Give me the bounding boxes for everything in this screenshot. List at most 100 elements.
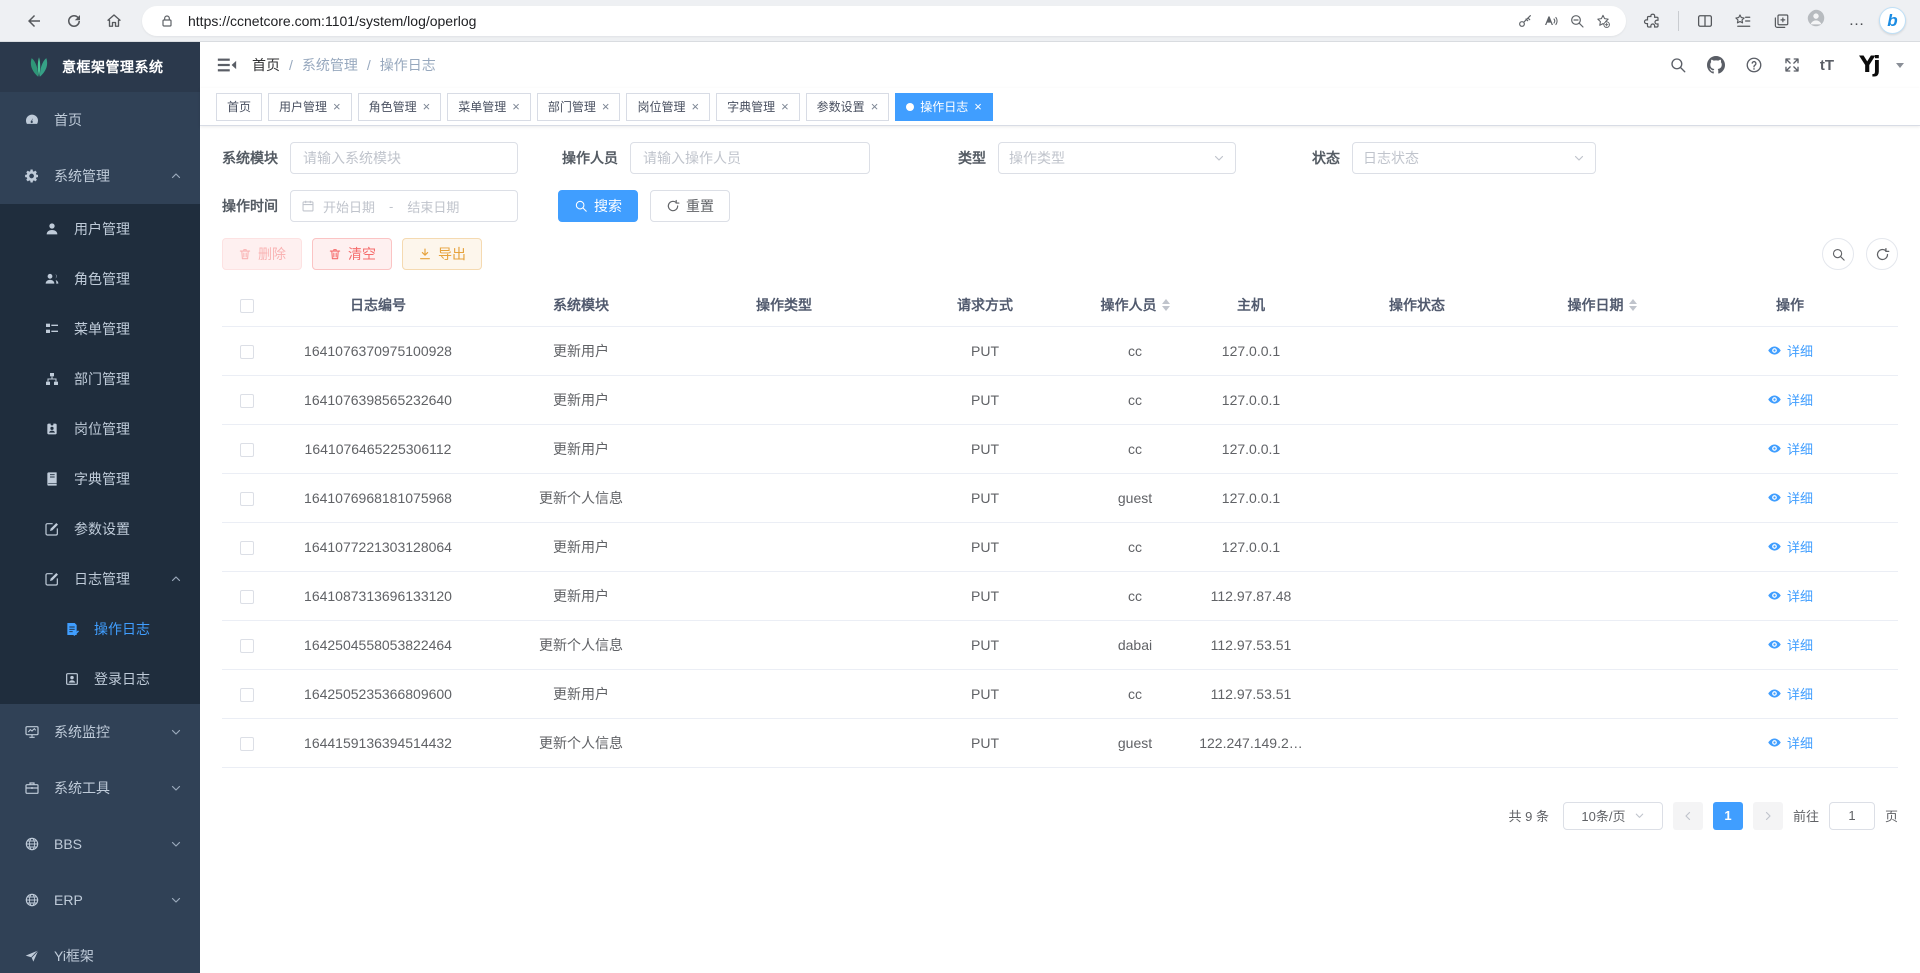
bing-copilot-icon[interactable]: b [1879, 7, 1906, 34]
sidebar-item-system-mgmt[interactable]: 系统管理 [0, 148, 200, 204]
clear-button[interactable]: 清空 [312, 238, 392, 270]
read-aloud-icon[interactable] [1538, 8, 1564, 34]
col-operator[interactable]: 操作人员 [1080, 284, 1190, 326]
lock-icon[interactable] [154, 8, 180, 34]
app-logo[interactable]: 意框架管理系统 [0, 42, 200, 92]
row-checkbox[interactable] [240, 590, 254, 604]
split-screen-icon[interactable] [1689, 5, 1721, 37]
show-search-button[interactable] [1822, 238, 1854, 270]
url-text[interactable]: https://ccnetcore.com:1101/system/log/op… [180, 13, 1512, 29]
avatar-caret-icon[interactable] [1896, 63, 1904, 68]
detail-link[interactable]: 详细 [1767, 439, 1813, 458]
detail-link[interactable]: 详细 [1767, 537, 1813, 556]
help-icon[interactable] [1744, 55, 1764, 75]
sidebar-item-bbs[interactable]: BBS [0, 816, 200, 872]
close-icon[interactable]: × [974, 100, 982, 113]
favorites-bar-icon[interactable] [1727, 5, 1759, 37]
user-avatar[interactable]: Yj [1852, 48, 1886, 82]
sidebar-item-post-mgmt[interactable]: 岗位管理 [0, 404, 200, 454]
detail-link[interactable]: 详细 [1767, 684, 1813, 703]
row-checkbox[interactable] [240, 443, 254, 457]
detail-link[interactable]: 详细 [1767, 341, 1813, 360]
sidebar-item-param-settings[interactable]: 参数设置 [0, 504, 200, 554]
tab-home[interactable]: 首页 [216, 93, 262, 121]
zoom-out-icon[interactable] [1564, 8, 1590, 34]
add-favorite-icon[interactable] [1590, 8, 1616, 34]
detail-link[interactable]: 详细 [1767, 390, 1813, 409]
collections-icon[interactable] [1765, 5, 1797, 37]
date-range-picker[interactable]: 开始日期 - 结束日期 [290, 190, 518, 222]
row-checkbox[interactable] [240, 492, 254, 506]
github-icon[interactable] [1706, 55, 1726, 75]
sidebar-item-home[interactable]: 首页 [0, 92, 200, 148]
address-bar[interactable]: https://ccnetcore.com:1101/system/log/op… [142, 6, 1626, 36]
breadcrumb-system-mgmt[interactable]: 系统管理 [302, 55, 358, 75]
close-icon[interactable]: × [871, 100, 879, 113]
row-checkbox[interactable] [240, 541, 254, 555]
sidebar-item-login-log[interactable]: 登录日志 [0, 654, 200, 704]
close-icon[interactable]: × [333, 100, 341, 113]
back-icon[interactable] [18, 5, 50, 37]
col-date[interactable]: 操作日期 [1522, 284, 1682, 326]
module-input[interactable] [290, 142, 518, 174]
close-icon[interactable]: × [781, 100, 789, 113]
sidebar-item-role-mgmt[interactable]: 角色管理 [0, 254, 200, 304]
close-icon[interactable]: × [602, 100, 610, 113]
breadcrumb-home[interactable]: 首页 [252, 55, 280, 75]
export-button[interactable]: 导出 [402, 238, 482, 270]
type-select[interactable]: 操作类型 [998, 142, 1236, 174]
row-checkbox[interactable] [240, 639, 254, 653]
tab-dept-mgmt[interactable]: 部门管理× [537, 93, 621, 121]
operator-input[interactable] [630, 142, 870, 174]
fullscreen-icon[interactable] [1782, 55, 1802, 75]
sort-carets-icon[interactable] [1162, 299, 1170, 311]
sidebar-item-dict-mgmt[interactable]: 字典管理 [0, 454, 200, 504]
sort-carets-icon[interactable] [1629, 299, 1637, 311]
tab-post-mgmt[interactable]: 岗位管理× [626, 93, 710, 121]
close-icon[interactable]: × [691, 100, 699, 113]
detail-link[interactable]: 详细 [1767, 488, 1813, 507]
page-size-select[interactable]: 10条/页 [1563, 802, 1663, 830]
close-icon[interactable]: × [423, 100, 431, 113]
row-checkbox[interactable] [240, 345, 254, 359]
page-number-1[interactable]: 1 [1713, 802, 1743, 830]
table-row: 1642504558053822464 更新个人信息 PUT dabai 112… [222, 620, 1898, 669]
sidebar-item-system-monitor[interactable]: 系统监控 [0, 704, 200, 760]
row-checkbox[interactable] [240, 394, 254, 408]
password-key-icon[interactable] [1512, 8, 1538, 34]
sidebar-item-yi-framework[interactable]: Yi框架 [0, 928, 200, 973]
sidebar-item-log-mgmt[interactable]: 日志管理 [0, 554, 200, 604]
font-size-icon[interactable]: tT [1820, 57, 1834, 74]
refresh-table-button[interactable] [1866, 238, 1898, 270]
detail-link[interactable]: 详细 [1767, 586, 1813, 605]
goto-page-input[interactable] [1829, 802, 1875, 830]
search-icon[interactable] [1668, 55, 1688, 75]
tab-oper-log[interactable]: 操作日志× [895, 93, 993, 121]
home-icon[interactable] [98, 5, 130, 37]
tab-menu-mgmt[interactable]: 菜单管理× [447, 93, 531, 121]
search-button[interactable]: 搜索 [558, 190, 638, 222]
sidebar-collapse-icon[interactable] [216, 54, 238, 76]
sidebar-item-erp[interactable]: ERP [0, 872, 200, 928]
sidebar-item-system-tools[interactable]: 系统工具 [0, 760, 200, 816]
sidebar-item-menu-mgmt[interactable]: 菜单管理 [0, 304, 200, 354]
extensions-icon[interactable] [1636, 5, 1668, 37]
more-menu-icon[interactable]: … [1841, 5, 1873, 37]
reload-icon[interactable] [58, 5, 90, 37]
tab-param-settings[interactable]: 参数设置× [806, 93, 890, 121]
profile-avatar[interactable] [1803, 5, 1835, 37]
detail-link[interactable]: 详细 [1767, 635, 1813, 654]
row-checkbox[interactable] [240, 737, 254, 751]
select-all-checkbox[interactable] [240, 299, 254, 313]
status-select[interactable]: 日志状态 [1352, 142, 1596, 174]
sidebar-item-user-mgmt[interactable]: 用户管理 [0, 204, 200, 254]
row-checkbox[interactable] [240, 688, 254, 702]
tab-dict-mgmt[interactable]: 字典管理× [716, 93, 800, 121]
close-icon[interactable]: × [512, 100, 520, 113]
detail-link[interactable]: 详细 [1767, 733, 1813, 752]
sidebar-item-dept-mgmt[interactable]: 部门管理 [0, 354, 200, 404]
tab-role-mgmt[interactable]: 角色管理× [358, 93, 442, 121]
sidebar-item-oper-log[interactable]: 操作日志 [0, 604, 200, 654]
reset-button[interactable]: 重置 [650, 190, 730, 222]
tab-user-mgmt[interactable]: 用户管理× [268, 93, 352, 121]
